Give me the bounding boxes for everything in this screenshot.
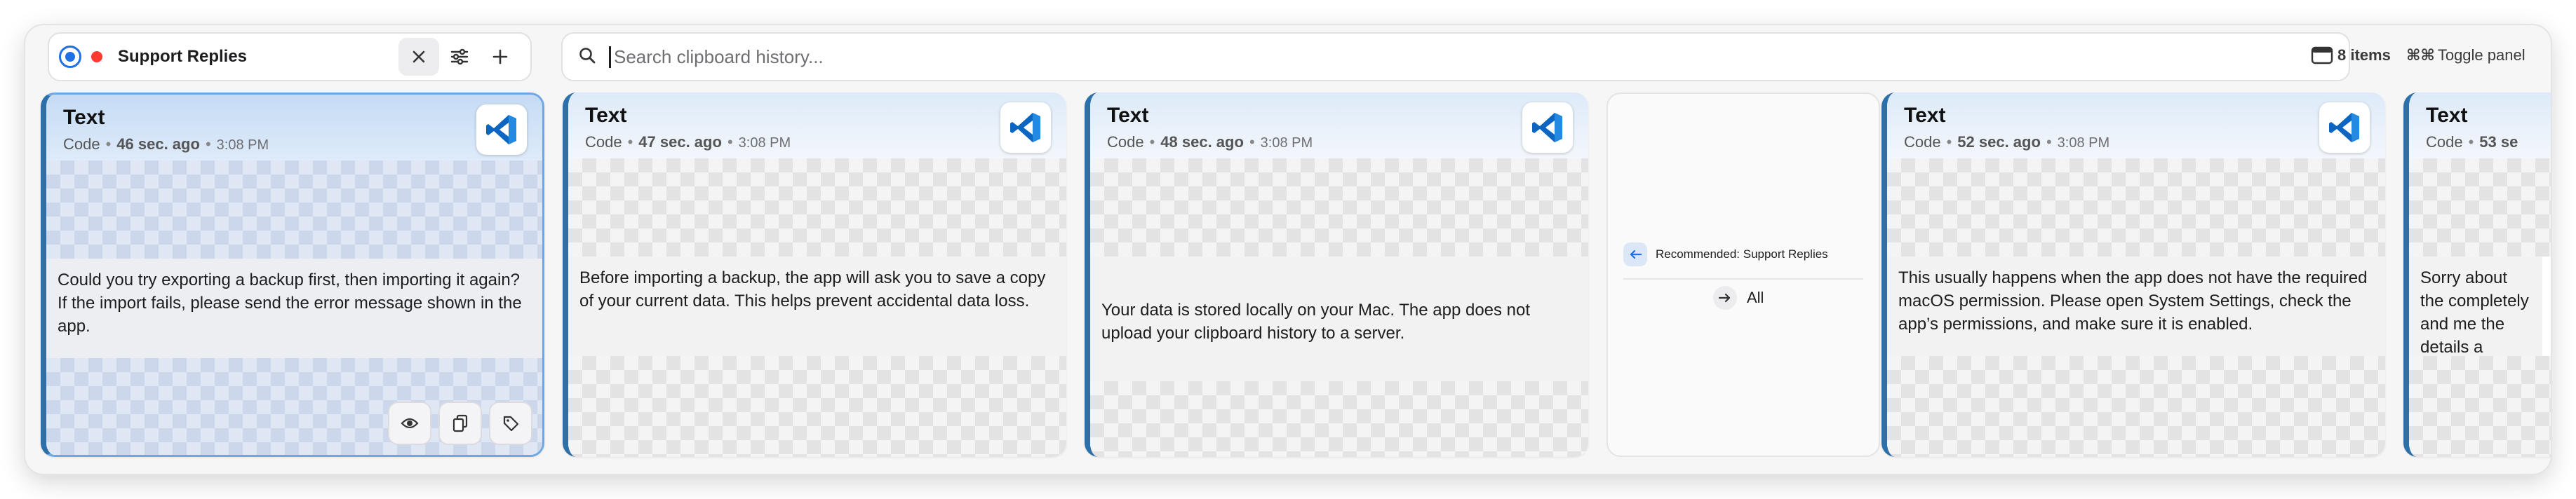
collection-selector[interactable]: Support Replies: [48, 32, 532, 81]
plus-icon[interactable]: [480, 38, 521, 76]
card-text: Could you try exporting a backup first, …: [46, 259, 542, 358]
card-text: Your data is stored locally on your Mac.…: [1090, 290, 1588, 381]
card-app: Code: [63, 135, 100, 153]
transparency-pattern: [1887, 356, 2385, 457]
card-header: Text Code • 48 sec. ago • 3:08 PM: [1090, 93, 1588, 158]
transparency-pattern: [1090, 381, 1588, 457]
meta-separator: •: [2046, 133, 2052, 151]
collection-radio[interactable]: [59, 46, 81, 68]
meta-separator: •: [105, 135, 112, 153]
vscode-icon: [2319, 102, 2370, 153]
show-all-button[interactable]: All: [1713, 286, 1764, 310]
clip-card[interactable]: Text Code • 53 se Sorry about the complete…: [2403, 93, 2551, 457]
sliders-icon[interactable]: [439, 38, 480, 76]
card-time: 3:08 PM: [738, 135, 791, 151]
transparency-pattern: [568, 158, 1066, 257]
meta-separator: •: [2468, 133, 2474, 151]
arrow-left-icon: [1623, 242, 1647, 266]
transparency-pattern: [1090, 158, 1588, 257]
card-meta: Code • 46 sec. ago • 3:08 PM: [63, 135, 542, 153]
eye-icon[interactable]: [388, 402, 431, 445]
card-text: This usually happens when the app does n…: [1887, 257, 2385, 356]
card-type: Text: [2426, 104, 2468, 127]
divider: [1623, 278, 1863, 280]
card-time: 3:08 PM: [2057, 135, 2110, 151]
card-app: Code: [2426, 133, 2463, 151]
card-type: Text: [1904, 104, 1946, 127]
clip-card[interactable]: Text Code • 52 sec. ago • 3:08 PM This usual…: [1881, 93, 2385, 457]
card-header: Text Code • 46 sec. ago • 3:08 PM: [46, 95, 542, 160]
card-age: 52 sec. ago: [1957, 133, 2041, 151]
close-icon[interactable]: [398, 38, 439, 76]
collection-name: Support Replies: [118, 47, 248, 66]
search-icon: [578, 46, 596, 68]
meta-separator: •: [1946, 133, 1952, 151]
card-header: Text Code • 47 sec. ago • 3:08 PM: [568, 93, 1066, 158]
vscode-icon: [1522, 102, 1573, 153]
card-text: Sorry about the completely and me the de…: [2409, 257, 2542, 357]
card-meta: Code • 47 sec. ago • 3:08 PM: [585, 133, 1066, 151]
show-all-label: All: [1747, 289, 1764, 306]
clip-card[interactable]: Text Code • 48 sec. ago • 3:08 PM Your data …: [1085, 93, 1588, 457]
card-app: Code: [1107, 133, 1144, 151]
vscode-icon: [1000, 102, 1051, 153]
card-app: Code: [1904, 133, 1941, 151]
card-meta: Code • 48 sec. ago • 3:08 PM: [1107, 133, 1588, 151]
card-actions: [388, 402, 532, 445]
copy-icon[interactable]: [438, 402, 482, 445]
card-header: Text Code • 53 se: [2409, 93, 2551, 158]
transparency-pattern: [568, 356, 1066, 457]
card-time: 3:08 PM: [1260, 135, 1313, 151]
clip-card[interactable]: Text Code • 47 sec. ago • 3:08 PM Before imp…: [563, 93, 1066, 457]
meta-separator: •: [205, 135, 211, 153]
panel-layout-icon[interactable]: [2311, 46, 2333, 68]
transparency-pattern: [2409, 158, 2551, 257]
toggle-panel-hint[interactable]: ⌘⌘ Toggle panel: [2406, 46, 2525, 64]
clipboard-window: Support Replies 8 items ⌘⌘Toggle panel T…: [25, 25, 2551, 474]
card-age: 47 sec. ago: [638, 133, 722, 151]
meta-separator: •: [1249, 133, 1255, 151]
transparency-pattern: [46, 160, 542, 259]
card-app: Code: [585, 133, 622, 151]
recommended-label: Recommended: Support Replies: [1656, 247, 1828, 261]
card-text: Before importing a backup, the app will …: [568, 257, 1066, 356]
card-type: Text: [63, 106, 105, 129]
toggle-shortcut: ⌘⌘: [2406, 46, 2435, 64]
card-meta: Code • 52 sec. ago • 3:08 PM: [1904, 133, 2385, 151]
card-header: Text Code • 52 sec. ago • 3:08 PM: [1887, 93, 2385, 158]
collection-color-dot: [91, 51, 102, 62]
meta-separator: •: [627, 133, 633, 151]
recommended-collection[interactable]: Recommended: Support Replies: [1623, 242, 1828, 266]
card-age: 53 se: [2479, 133, 2518, 151]
text-padding: [1090, 257, 1588, 290]
card-type: Text: [585, 104, 627, 127]
arrow-right-icon: [1713, 286, 1737, 310]
card-type: Text: [1107, 104, 1149, 127]
transparency-pattern: [2409, 356, 2551, 457]
card-age: 48 sec. ago: [1160, 133, 1244, 151]
meta-separator: •: [1149, 133, 1155, 151]
vscode-icon: [476, 104, 527, 155]
transparency-pattern: [1887, 158, 2385, 257]
card-age: 46 sec. ago: [116, 135, 200, 153]
search-bar[interactable]: [561, 32, 2350, 81]
items-count: 8 items: [2337, 46, 2391, 64]
meta-separator: •: [727, 133, 733, 151]
search-input[interactable]: [609, 46, 2311, 68]
toggle-label: Toggle panel: [2437, 46, 2525, 64]
tag-icon[interactable]: [489, 402, 532, 445]
card-time: 3:08 PM: [216, 137, 269, 153]
recommended-panel: Recommended: Support Replies All: [1606, 93, 1880, 457]
card-meta: Code • 53 se: [2426, 133, 2551, 151]
clip-card[interactable]: Text Code • 46 sec. ago • 3:08 PM Could you …: [41, 93, 544, 457]
